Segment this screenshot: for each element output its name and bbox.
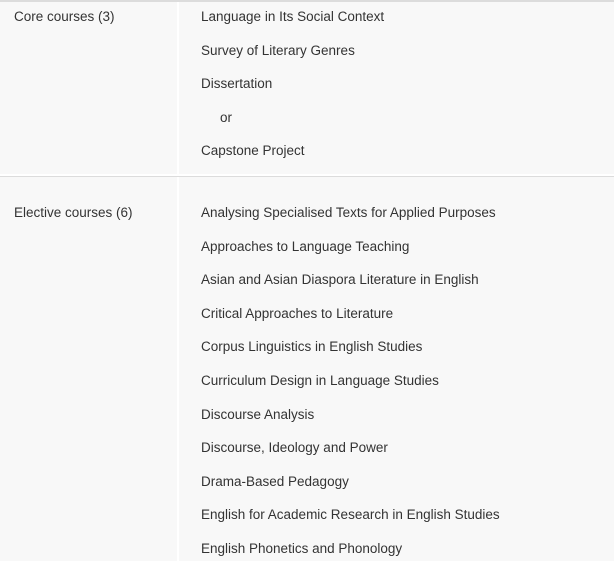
courses-table: Core courses (3) Language in Its Social … (0, 0, 614, 561)
course-english-academic-research: English for Academic Research in English… (201, 507, 500, 522)
course-survey-literary-genres: Survey of Literary Genres (201, 43, 355, 58)
course-curriculum-design: Curriculum Design in Language Studies (201, 373, 439, 388)
course-approaches-language-teaching: Approaches to Language Teaching (201, 239, 410, 254)
course-or-connector: or (220, 110, 233, 125)
row-divider (0, 174, 614, 177)
course-dissertation: Dissertation (201, 76, 273, 91)
course-english-phonetics-phonology: English Phonetics and Phonology (201, 541, 403, 556)
course-discourse-analysis: Discourse Analysis (201, 407, 315, 422)
category-elective-courses: Elective courses (6) (14, 205, 133, 220)
category-core-courses: Core courses (3) (14, 9, 115, 24)
course-discourse-ideology-power: Discourse, Ideology and Power (201, 440, 388, 455)
course-language-social-context: Language in Its Social Context (201, 9, 385, 24)
course-drama-based-pedagogy: Drama-Based Pedagogy (201, 474, 349, 489)
course-analysing-specialised-texts: Analysing Specialised Texts for Applied … (201, 205, 496, 220)
course-capstone-project: Capstone Project (201, 143, 305, 158)
course-asian-diaspora-literature: Asian and Asian Diaspora Literature in E… (201, 272, 479, 287)
course-corpus-linguistics: Corpus Linguistics in English Studies (201, 339, 423, 354)
column-divider (177, 2, 179, 561)
course-critical-approaches-literature: Critical Approaches to Literature (201, 306, 394, 321)
